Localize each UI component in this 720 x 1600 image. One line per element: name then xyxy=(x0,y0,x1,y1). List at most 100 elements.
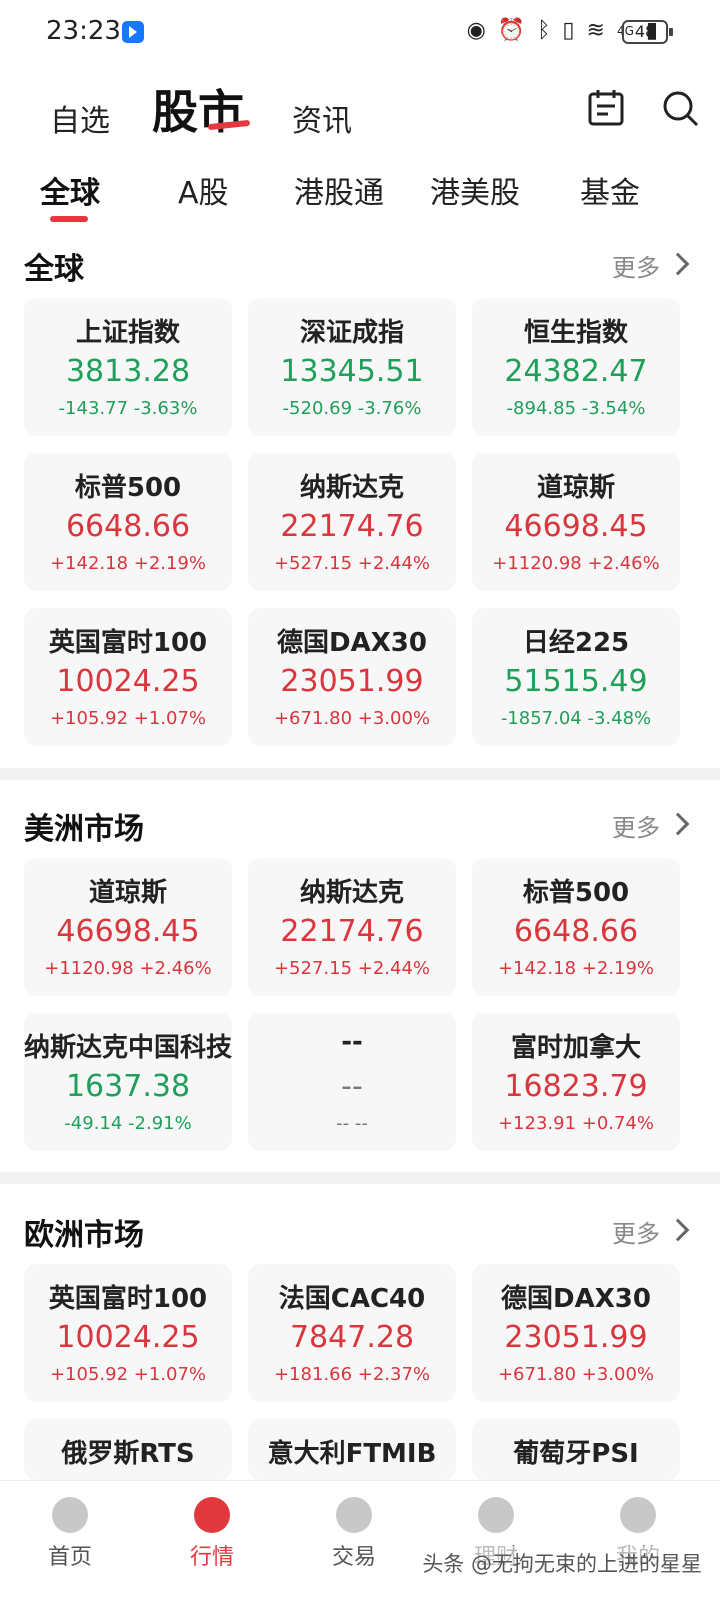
index-price: 46698.45 xyxy=(56,914,200,949)
index-name: 英国富时100 xyxy=(48,628,208,658)
index-card[interactable]: 英国富时100 10024.25 +105.92 +1.07% xyxy=(24,608,232,746)
header-tab-market[interactable]: 股市 xyxy=(152,76,244,142)
index-change: -143.77 -3.63% xyxy=(58,398,198,419)
index-card[interactable]: 纳斯达克中国科技 1637.38 -49.14 -2.91% xyxy=(24,1013,232,1151)
index-name: 标普500 xyxy=(522,878,630,908)
index-name: 德国DAX30 xyxy=(277,628,427,658)
index-change: -49.14 -2.91% xyxy=(64,1113,192,1134)
index-price: 3813.28 xyxy=(65,354,191,389)
index-card[interactable]: 俄罗斯RTS xyxy=(24,1419,232,1480)
trade-exchange-icon xyxy=(336,1497,372,1533)
index-card[interactable]: 葡萄牙PSI xyxy=(472,1419,680,1480)
category-tabs: 全球 A股 港股通 港美股 基金 xyxy=(0,164,720,224)
bottom-nav: 首页 行情 交易 理财 我的 xyxy=(0,1480,720,1600)
index-name: 德国DAX30 xyxy=(501,1284,651,1314)
more-link[interactable]: 更多 xyxy=(612,1214,660,1249)
index-name: 道琼斯 xyxy=(88,878,167,908)
calendar-icon[interactable] xyxy=(586,88,626,128)
index-price: 23051.99 xyxy=(280,664,424,699)
search-icon[interactable] xyxy=(660,88,700,128)
index-card[interactable]: -- -- -- -- xyxy=(248,1013,456,1151)
home-icon xyxy=(52,1497,88,1533)
index-card[interactable]: 深证成指 13345.51 -520.69 -3.76% xyxy=(248,298,456,436)
index-name: 道琼斯 xyxy=(536,473,615,503)
nav-label: 行情 xyxy=(189,1545,234,1570)
index-name: 富时加拿大 xyxy=(510,1033,641,1063)
index-price: 1637.38 xyxy=(65,1069,191,1104)
more-link[interactable]: 更多 xyxy=(612,808,660,843)
index-name: 纳斯达克中国科技 xyxy=(24,1033,232,1063)
index-change: +671.80 +3.00% xyxy=(273,708,431,729)
index-price: 10024.25 xyxy=(56,664,200,699)
index-card[interactable]: 恒生指数 24382.47 -894.85 -3.54% xyxy=(472,298,680,436)
nav-item-market[interactable]: 行情 xyxy=(162,1493,262,1593)
index-change: +1120.98 +2.46% xyxy=(492,553,660,574)
index-card[interactable]: 纳斯达克 22174.76 +527.15 +2.44% xyxy=(248,453,456,591)
status-bar: 23:23 ◉ ⏰ ᛒ ▯ ≋ 4G ▮ 48 xyxy=(0,0,720,64)
tab-funds[interactable]: 基金 xyxy=(580,168,640,212)
tab-hk-us-stocks[interactable]: 港美股 xyxy=(430,168,520,212)
index-card[interactable]: 日经225 51515.49 -1857.04 -3.48% xyxy=(472,608,680,746)
index-card[interactable]: 法国CAC40 7847.28 +181.66 +2.37% xyxy=(248,1264,456,1402)
nav-item-trade[interactable]: 交易 xyxy=(304,1493,404,1593)
index-price: 46698.45 xyxy=(504,509,648,544)
index-price: 22174.76 xyxy=(280,509,424,544)
wealth-icon xyxy=(478,1497,514,1533)
index-change: +181.66 +2.37% xyxy=(273,1364,431,1385)
market-trend-icon xyxy=(194,1497,230,1533)
chevron-right-icon[interactable] xyxy=(666,1218,690,1242)
section-divider xyxy=(0,1172,720,1184)
index-card[interactable]: 上证指数 3813.28 -143.77 -3.63% xyxy=(24,298,232,436)
battery-icon: 48 xyxy=(622,20,673,44)
index-change: +105.92 +1.07% xyxy=(49,1364,207,1385)
index-price: 7847.28 xyxy=(289,1320,415,1355)
index-name: 葡萄牙PSI xyxy=(513,1439,639,1469)
header-tab-news[interactable]: 资讯 xyxy=(292,96,352,140)
index-card[interactable]: 标普500 6648.66 +142.18 +2.19% xyxy=(472,858,680,996)
eye-icon: ◉ xyxy=(466,18,486,43)
index-change: +105.92 +1.07% xyxy=(49,708,207,729)
index-card[interactable]: 德国DAX30 23051.99 +671.80 +3.00% xyxy=(472,1264,680,1402)
index-change: +142.18 +2.19% xyxy=(49,553,207,574)
index-change: -520.69 -3.76% xyxy=(282,398,422,419)
tab-global[interactable]: 全球 xyxy=(40,168,100,212)
index-change: +142.18 +2.19% xyxy=(497,958,655,979)
chevron-right-icon[interactable] xyxy=(666,252,690,276)
index-card[interactable]: 道琼斯 46698.45 +1120.98 +2.46% xyxy=(472,453,680,591)
tab-a-shares[interactable]: A股 xyxy=(178,168,229,212)
index-card[interactable]: 道琼斯 46698.45 +1120.98 +2.46% xyxy=(24,858,232,996)
header-tab-watchlist[interactable]: 自选 xyxy=(50,96,110,140)
section-divider xyxy=(0,768,720,780)
nav-label: 交易 xyxy=(331,1545,376,1570)
index-price: 51515.49 xyxy=(504,664,648,699)
index-card[interactable]: 纳斯达克 22174.76 +527.15 +2.44% xyxy=(248,858,456,996)
index-card[interactable]: 富时加拿大 16823.79 +123.91 +0.74% xyxy=(472,1013,680,1151)
nav-item-home[interactable]: 首页 xyxy=(20,1493,120,1593)
index-name: 深证成指 xyxy=(299,318,404,348)
index-name: 英国富时100 xyxy=(48,1284,208,1314)
chevron-right-icon[interactable] xyxy=(666,812,690,836)
index-change: +527.15 +2.44% xyxy=(273,553,431,574)
index-change: +671.80 +3.00% xyxy=(497,1364,655,1385)
section-title: 全球 xyxy=(24,252,84,287)
index-name: 上证指数 xyxy=(75,318,180,348)
index-name: 俄罗斯RTS xyxy=(61,1439,195,1469)
watermark: 头条 @无拘无束的上进的星星 xyxy=(418,1546,706,1580)
index-change: -1857.04 -3.48% xyxy=(500,708,652,729)
header: 自选 股市 资讯 xyxy=(0,70,720,150)
index-card[interactable]: 标普500 6648.66 +142.18 +2.19% xyxy=(24,453,232,591)
index-card[interactable]: 意大利FTMIB xyxy=(248,1419,456,1480)
index-change: +123.91 +0.74% xyxy=(497,1113,655,1134)
index-name: 意大利FTMIB xyxy=(267,1439,437,1469)
index-name: 恒生指数 xyxy=(523,318,628,348)
more-link[interactable]: 更多 xyxy=(612,248,660,283)
index-card[interactable]: 德国DAX30 23051.99 +671.80 +3.00% xyxy=(248,608,456,746)
index-name: -- xyxy=(341,1027,363,1057)
bluetooth-icon: ᛒ xyxy=(537,18,551,43)
index-price: 10024.25 xyxy=(56,1320,200,1355)
index-card[interactable]: 英国富时100 10024.25 +105.92 +1.07% xyxy=(24,1264,232,1402)
tab-hk-connect[interactable]: 港股通 xyxy=(294,168,384,212)
section-title: 美洲市场 xyxy=(24,812,144,847)
wifi-icon: ≋ xyxy=(586,18,605,43)
index-name: 标普500 xyxy=(74,473,182,503)
